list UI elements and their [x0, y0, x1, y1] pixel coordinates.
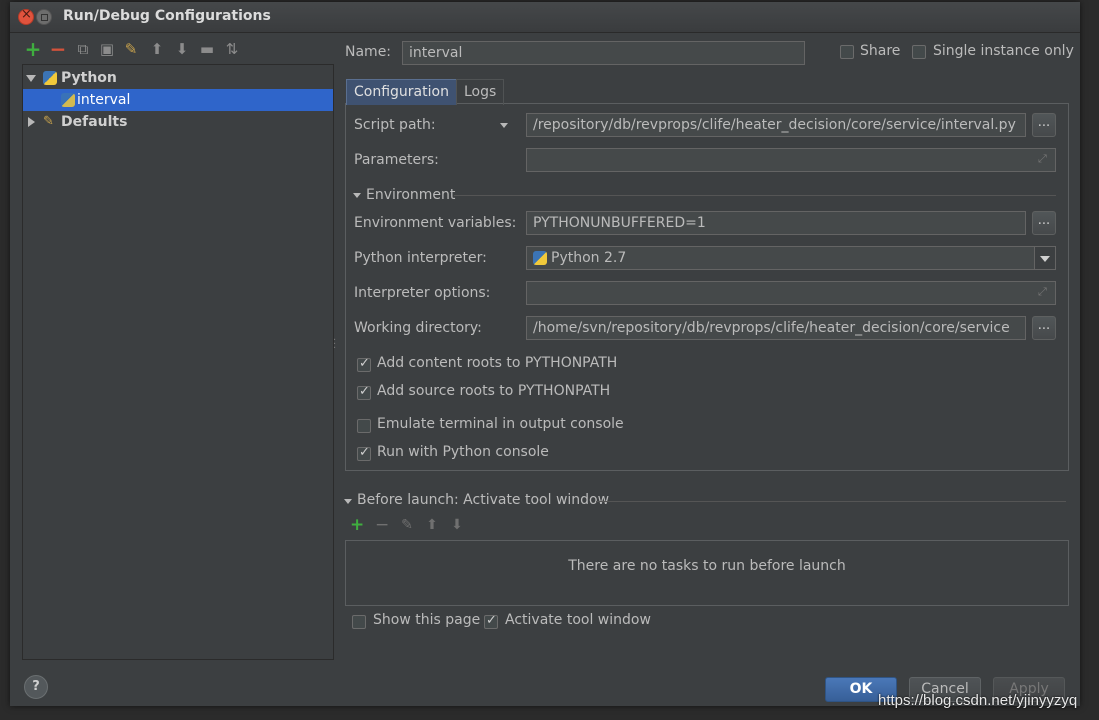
minimize-window-button[interactable]	[36, 9, 52, 25]
expand-field-icon[interactable]: ⤢	[1038, 153, 1050, 165]
working-dir-label: Working directory:	[354, 320, 482, 336]
environment-separator	[454, 195, 1056, 196]
browse-working-dir-button[interactable]: ...	[1032, 316, 1056, 340]
help-button[interactable]: ?	[24, 675, 48, 699]
script-path-input[interactable]: /repository/db/revprops/clife/heater_dec…	[526, 113, 1026, 137]
script-path-label: Script path:	[354, 117, 436, 133]
parameters-label: Parameters:	[354, 152, 439, 168]
tree-item-defaults[interactable]: ✎ Defaults	[23, 111, 333, 133]
add-content-roots-checkbox[interactable]	[357, 356, 371, 372]
move-down-icon[interactable]: ⬇	[173, 40, 191, 58]
environment-collapse-icon[interactable]	[353, 193, 361, 198]
wrench-icon[interactable]: ✎	[122, 40, 140, 58]
run-debug-dialog: Run/Debug Configurations + − ⧉ ▣ ✎ ⬆ ⬇ ▬…	[10, 2, 1080, 706]
emulate-terminal-label: Emulate terminal in output console	[377, 416, 624, 432]
edit-env-vars-button[interactable]: ...	[1032, 211, 1056, 235]
python-icon	[533, 251, 547, 265]
expand-field-icon[interactable]: ⤢	[1038, 286, 1050, 298]
interpreter-label: Python interpreter:	[354, 250, 487, 266]
share-checkbox[interactable]	[840, 45, 854, 59]
ide-background-left	[0, 0, 10, 720]
watermark: https://blog.csdn.net/yjinyyzyq	[878, 692, 1078, 709]
interpreter-selected-value: Python 2.7	[551, 250, 627, 266]
ide-background-right	[1080, 0, 1099, 720]
name-label: Name:	[345, 44, 392, 60]
remove-task-icon[interactable]: −	[375, 517, 389, 534]
expand-arrow-icon[interactable]	[26, 75, 36, 82]
splitter-grip[interactable]: · · ·	[333, 336, 337, 354]
script-type-dropdown-icon[interactable]	[500, 123, 508, 128]
edit-task-icon[interactable]: ✎	[400, 518, 414, 532]
tree-item-python[interactable]: Python	[23, 67, 333, 89]
python-icon	[43, 71, 57, 85]
tab-logs[interactable]: Logs	[456, 79, 505, 105]
save-icon[interactable]: ▣	[98, 40, 116, 58]
sort-icon[interactable]: ⇅	[223, 40, 241, 58]
show-this-page-label: Show this page	[373, 612, 481, 628]
env-vars-input[interactable]: PYTHONUNBUFFERED=1	[526, 211, 1026, 235]
add-content-roots-label: Add content roots to PYTHONPATH	[377, 355, 618, 371]
defaults-wrench-icon: ✎	[43, 114, 54, 129]
title-bar: Run/Debug Configurations	[10, 2, 1080, 33]
collapse-arrow-icon[interactable]	[28, 117, 35, 127]
tree-item-label: Python	[61, 70, 117, 86]
activate-tool-window-label: Activate tool window	[505, 612, 651, 628]
add-task-icon[interactable]: +	[350, 517, 364, 534]
before-launch-collapse-icon[interactable]	[344, 499, 352, 504]
show-this-page-checkbox[interactable]	[352, 615, 366, 629]
activate-tool-window-checkbox[interactable]	[484, 613, 498, 629]
add-source-roots-checkbox[interactable]	[357, 384, 371, 400]
name-input[interactable]: interval	[402, 41, 805, 65]
emulate-terminal-checkbox[interactable]	[357, 419, 371, 433]
env-vars-label: Environment variables:	[354, 215, 517, 231]
dialog-title: Run/Debug Configurations	[63, 8, 271, 24]
add-source-roots-label: Add source roots to PYTHONPATH	[377, 383, 611, 399]
run-with-console-label: Run with Python console	[377, 444, 549, 460]
before-launch-task-list: There are no tasks to run before launch	[345, 540, 1069, 606]
interpreter-options-input[interactable]: ⤢	[526, 281, 1056, 305]
tree-item-interval[interactable]: interval	[23, 89, 333, 111]
close-window-button[interactable]	[18, 7, 34, 25]
run-with-console-checkbox[interactable]	[357, 445, 371, 461]
share-label: Share	[860, 43, 901, 59]
python-config-icon	[61, 93, 75, 107]
tab-configuration[interactable]: Configuration	[346, 79, 457, 105]
add-icon[interactable]: +	[24, 39, 42, 59]
tree-item-label: interval	[77, 92, 131, 108]
single-instance-label: Single instance only	[933, 43, 1074, 59]
copy-icon[interactable]: ⧉	[74, 40, 92, 58]
chevron-down-icon[interactable]	[1034, 247, 1055, 269]
browse-script-button[interactable]: ...	[1032, 113, 1056, 137]
move-task-up-icon[interactable]: ⬆	[425, 518, 439, 532]
interpreter-options-label: Interpreter options:	[354, 285, 491, 301]
move-up-icon[interactable]: ⬆	[148, 40, 166, 58]
before-launch-separator	[596, 501, 1066, 502]
move-task-down-icon[interactable]: ⬇	[450, 518, 464, 532]
configuration-tree: Python interval ✎ Defaults	[22, 64, 334, 660]
interpreter-select[interactable]: Python 2.7	[526, 246, 1056, 270]
tree-item-label: Defaults	[61, 114, 128, 130]
folder-icon[interactable]: ▬	[198, 40, 216, 58]
before-launch-title: Before launch: Activate tool window	[357, 492, 610, 508]
remove-icon[interactable]: −	[49, 39, 67, 59]
working-dir-input[interactable]: /home/svn/repository/db/revprops/clife/h…	[526, 316, 1026, 340]
parameters-input[interactable]: ⤢	[526, 148, 1056, 172]
environment-section-title: Environment	[366, 187, 456, 203]
single-instance-checkbox[interactable]	[912, 45, 926, 59]
empty-tasks-message: There are no tasks to run before launch	[568, 558, 846, 574]
